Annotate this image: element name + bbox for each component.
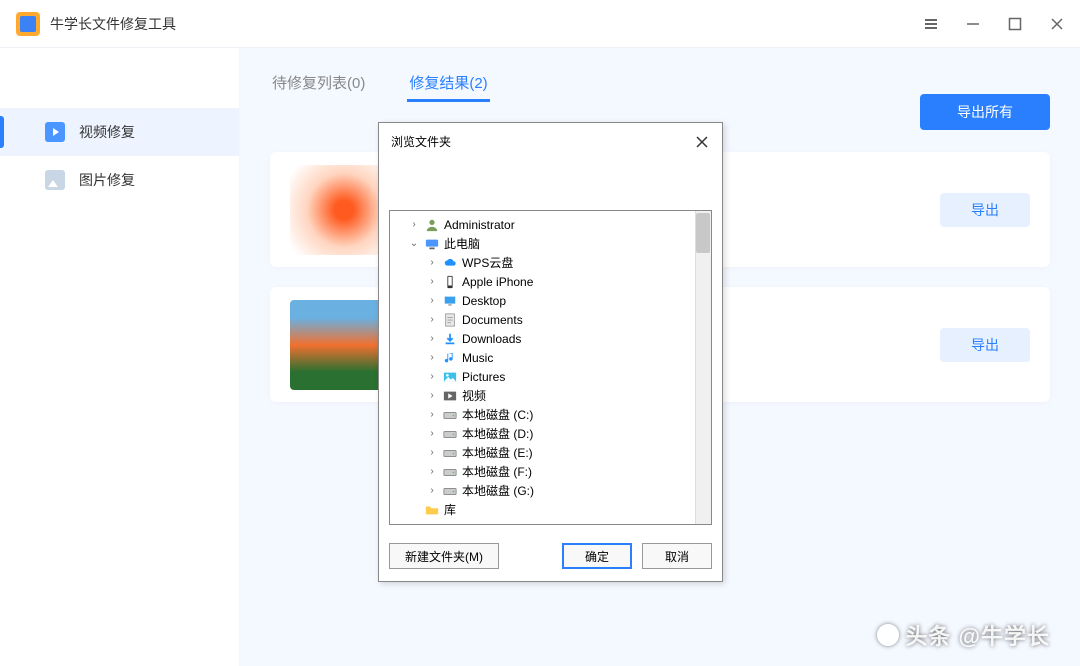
dialog-titlebar: 浏览文件夹 <box>379 123 722 160</box>
expand-icon[interactable]: › <box>426 333 438 344</box>
expand-icon[interactable]: › <box>426 428 438 439</box>
sidebar-item-image-repair[interactable]: 图片修复 <box>0 156 239 204</box>
phone-icon <box>442 275 458 289</box>
expand-icon[interactable]: › <box>426 352 438 363</box>
tree-item[interactable]: ⌄ 此电脑 <box>390 234 711 253</box>
tree-item-label: Apple iPhone <box>462 275 533 289</box>
pic-icon <box>442 370 458 384</box>
close-icon[interactable] <box>1050 17 1064 31</box>
tree-item[interactable]: › 本地磁盘 (F:) <box>390 462 711 481</box>
doc-icon <box>442 313 458 327</box>
video-icon <box>442 389 458 403</box>
tree-item-label: 本地磁盘 (D:) <box>462 425 533 442</box>
tree-item[interactable]: › Apple iPhone <box>390 272 711 291</box>
disk-icon <box>442 427 458 441</box>
dialog-close-icon[interactable] <box>694 134 710 150</box>
expand-icon[interactable]: ⌄ <box>408 238 420 249</box>
disk-icon <box>442 446 458 460</box>
expand-icon[interactable]: › <box>426 447 438 458</box>
tree-item-label: 此电脑 <box>444 235 480 252</box>
tree-item[interactable]: 库 <box>390 500 711 519</box>
cloud-icon <box>442 256 458 270</box>
tree-item-label: 库 <box>444 501 456 518</box>
tree-item-label: 本地磁盘 (E:) <box>462 444 533 461</box>
tree-item[interactable]: › Administrator <box>390 215 711 234</box>
expand-icon[interactable]: › <box>426 257 438 268</box>
tree-item[interactable]: › 本地磁盘 (E:) <box>390 443 711 462</box>
disk-icon <box>442 465 458 479</box>
down-icon <box>442 332 458 346</box>
expand-icon[interactable]: › <box>426 295 438 306</box>
user-icon <box>424 218 440 232</box>
expand-icon[interactable]: › <box>408 219 420 230</box>
scrollbar[interactable] <box>695 211 711 524</box>
tree-item[interactable]: › 本地磁盘 (G:) <box>390 481 711 500</box>
export-button[interactable]: 导出 <box>940 193 1030 227</box>
expand-icon[interactable]: › <box>426 314 438 325</box>
sidebar-item-video-repair[interactable]: 视频修复 <box>0 108 239 156</box>
sidebar-item-label: 视频修复 <box>79 122 135 142</box>
tree-item-label: Downloads <box>462 332 521 346</box>
pc-icon <box>424 237 440 251</box>
window-controls <box>924 17 1064 31</box>
dialog-buttons: 新建文件夹(M) 确定 取消 <box>379 535 722 581</box>
expand-icon[interactable]: › <box>426 466 438 477</box>
export-button[interactable]: 导出 <box>940 328 1030 362</box>
app-logo-icon <box>16 12 40 36</box>
tree-item[interactable]: › Downloads <box>390 329 711 348</box>
maximize-icon[interactable] <box>1008 17 1022 31</box>
tree-item-label: Documents <box>462 313 523 327</box>
tree-item[interactable]: › WPS云盘 <box>390 253 711 272</box>
sidebar-item-label: 图片修复 <box>79 170 135 190</box>
expand-icon[interactable]: › <box>426 371 438 382</box>
disk-icon <box>442 408 458 422</box>
tree-item[interactable]: › 本地磁盘 (D:) <box>390 424 711 443</box>
tree-item-label: Pictures <box>462 370 505 384</box>
app-title: 牛学长文件修复工具 <box>50 14 924 34</box>
expand-icon[interactable]: › <box>426 390 438 401</box>
watermark: 头条 @牛学长 <box>877 619 1050 651</box>
expand-icon[interactable]: › <box>426 276 438 287</box>
minimize-icon[interactable] <box>966 17 980 31</box>
tree-item-label: WPS云盘 <box>462 254 513 271</box>
tree-item-label: 视频 <box>462 387 486 404</box>
tab-pending[interactable]: 待修复列表(0) <box>270 66 367 102</box>
disk-icon <box>442 484 458 498</box>
export-all-button[interactable]: 导出所有 <box>920 94 1050 130</box>
image-icon <box>45 170 65 190</box>
tab-results[interactable]: 修复结果(2) <box>407 66 489 102</box>
tree-item[interactable]: › Documents <box>390 310 711 329</box>
video-icon <box>45 122 65 142</box>
tree-item-label: Music <box>462 351 493 365</box>
ok-button[interactable]: 确定 <box>562 543 632 569</box>
tree-item-label: Desktop <box>462 294 506 308</box>
new-folder-button[interactable]: 新建文件夹(M) <box>389 543 499 569</box>
folder-icon <box>424 503 440 517</box>
watermark-text: 头条 @牛学长 <box>905 619 1050 651</box>
expand-icon[interactable]: › <box>426 485 438 496</box>
tree-item-label: Administrator <box>444 218 515 232</box>
scrollbar-thumb[interactable] <box>696 213 710 253</box>
browse-folder-dialog: 浏览文件夹 › Administrator ⌄ 此电脑 › WPS云盘 › Apple iPh… <box>378 122 723 582</box>
tree-item[interactable]: › Pictures <box>390 367 711 386</box>
tree-item-label: 本地磁盘 (C:) <box>462 406 533 423</box>
tree-item[interactable]: › 视频 <box>390 386 711 405</box>
music-icon <box>442 351 458 365</box>
tree-item[interactable]: › Music <box>390 348 711 367</box>
tree-item-label: 本地磁盘 (G:) <box>462 482 534 499</box>
cancel-button[interactable]: 取消 <box>642 543 712 569</box>
tree-item-label: 本地磁盘 (F:) <box>462 463 532 480</box>
menu-icon[interactable] <box>924 17 938 31</box>
folder-tree[interactable]: › Administrator ⌄ 此电脑 › WPS云盘 › Apple iPhone › De… <box>389 210 712 525</box>
tree-item[interactable]: › 本地磁盘 (C:) <box>390 405 711 424</box>
titlebar: 牛学长文件修复工具 <box>0 0 1080 48</box>
sidebar: 视频修复 图片修复 <box>0 48 240 666</box>
watermark-icon <box>877 624 899 646</box>
expand-icon[interactable]: › <box>426 409 438 420</box>
dialog-title: 浏览文件夹 <box>391 133 451 150</box>
tree-item[interactable]: › Desktop <box>390 291 711 310</box>
desktop-icon <box>442 294 458 308</box>
